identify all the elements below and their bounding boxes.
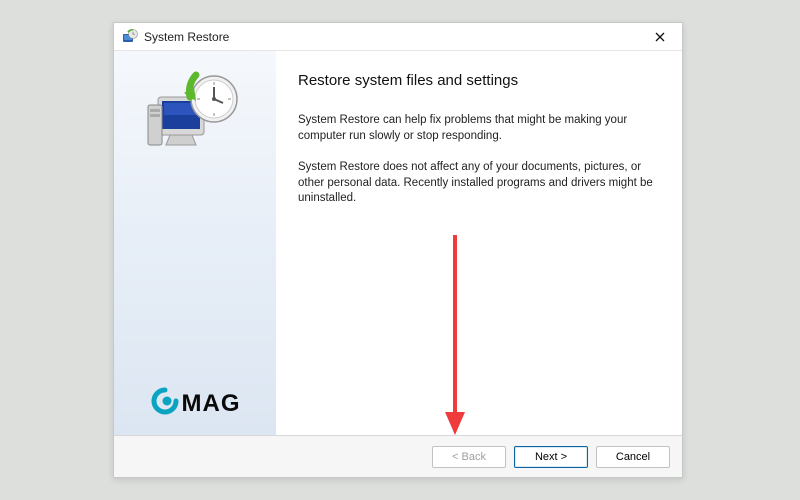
back-button: < Back bbox=[432, 446, 506, 468]
content: MAG Restore system files and settings Sy… bbox=[114, 51, 682, 435]
intro-paragraph-2: System Restore does not affect any of yo… bbox=[298, 160, 656, 207]
cancel-button[interactable]: Cancel bbox=[596, 446, 670, 468]
system-restore-window: System Restore bbox=[113, 22, 683, 478]
next-button[interactable]: Next > bbox=[514, 446, 588, 468]
logo-text: MAG bbox=[182, 390, 241, 418]
titlebar: System Restore bbox=[114, 23, 682, 51]
main-heading: Restore system files and settings bbox=[298, 71, 656, 91]
brand-logo: MAG bbox=[150, 386, 241, 421]
logo-mark-icon bbox=[150, 386, 180, 421]
restore-graphic-icon bbox=[140, 69, 250, 174]
system-restore-icon bbox=[122, 29, 138, 45]
titlebar-text: System Restore bbox=[144, 30, 644, 44]
side-panel: MAG bbox=[114, 51, 276, 435]
intro-paragraph-1: System Restore can help fix problems tha… bbox=[298, 113, 656, 144]
main-panel: Restore system files and settings System… bbox=[276, 51, 682, 435]
close-button[interactable] bbox=[644, 26, 676, 48]
footer: < Back Next > Cancel bbox=[114, 435, 682, 477]
